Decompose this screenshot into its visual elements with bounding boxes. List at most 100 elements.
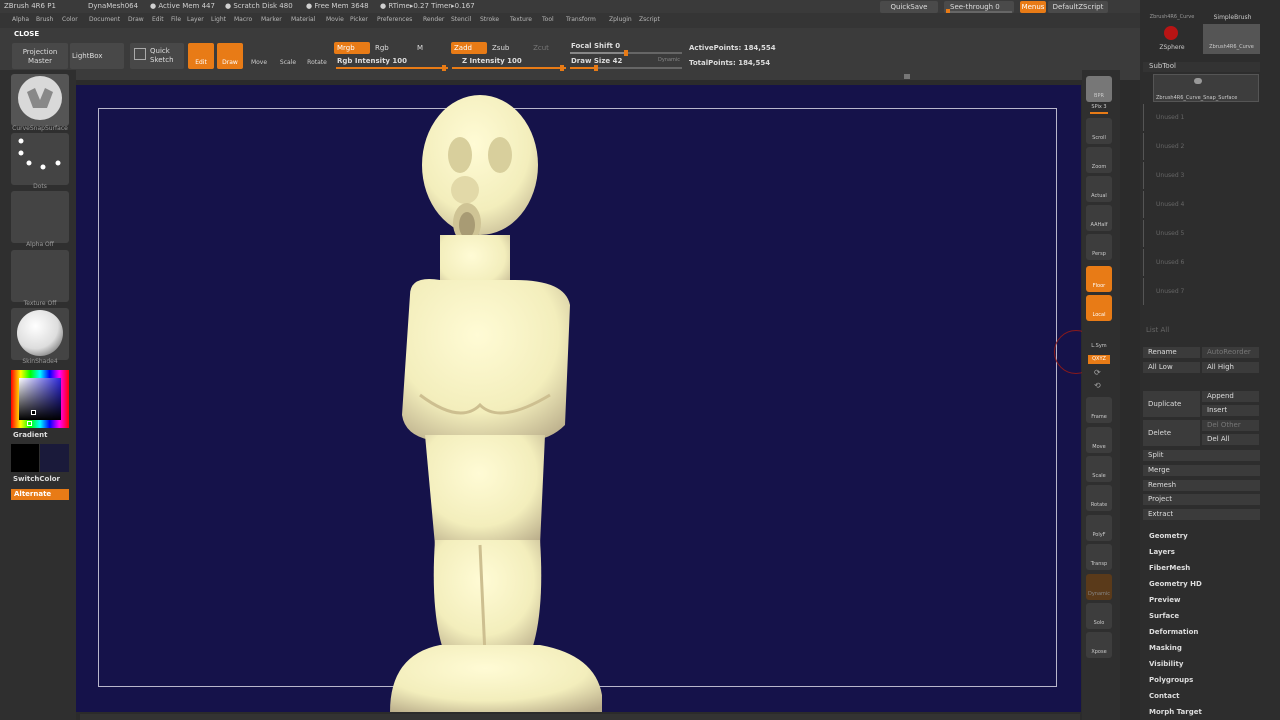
rename-button[interactable]: Rename xyxy=(1143,347,1200,358)
spix-label[interactable]: SPix 3 xyxy=(1086,104,1112,110)
frame-button[interactable]: Frame xyxy=(1086,397,1112,423)
split-button[interactable]: Split xyxy=(1143,450,1260,461)
menu-preferences[interactable]: Preferences xyxy=(377,16,412,23)
menu-transform[interactable]: Transform xyxy=(566,16,596,23)
aahalf-button[interactable]: AAHalf xyxy=(1086,205,1112,231)
sculpted-figure[interactable] xyxy=(380,95,620,712)
persp-button[interactable]: Persp xyxy=(1086,234,1112,260)
toolbar-scroll-marker[interactable] xyxy=(904,74,910,79)
zsub-button[interactable]: Zsub xyxy=(489,42,525,54)
morph-target-menu[interactable]: Morph Target xyxy=(1149,708,1202,716)
spix-slider[interactable] xyxy=(1090,112,1108,114)
layers-menu[interactable]: Layers xyxy=(1149,548,1175,556)
gradient-label[interactable]: Gradient xyxy=(13,431,47,439)
edit-button[interactable]: Edit xyxy=(188,43,214,69)
alternate-button[interactable]: Alternate xyxy=(11,489,69,500)
brush-thumbnail[interactable] xyxy=(11,74,69,126)
alpha-thumbnail[interactable] xyxy=(11,191,69,243)
lsym-button[interactable]: L.Sym xyxy=(1086,326,1112,352)
move-button[interactable]: Move xyxy=(246,43,272,69)
rgb-intensity-slider[interactable] xyxy=(336,65,448,71)
menu-zplugin[interactable]: Zplugin xyxy=(609,16,632,23)
tool-thumb-caption-1[interactable]: Zbrush4R6_Curve xyxy=(1142,14,1202,20)
secondary-color-swatch[interactable] xyxy=(40,444,69,472)
all-low-button[interactable]: All Low xyxy=(1143,362,1200,373)
project-button[interactable]: Project xyxy=(1143,494,1260,505)
zoom-button[interactable]: Zoom xyxy=(1086,147,1112,173)
eye-icon[interactable] xyxy=(1194,78,1202,84)
polyf-button[interactable]: PolyF xyxy=(1086,515,1112,541)
menu-draw[interactable]: Draw xyxy=(128,16,144,23)
menu-alpha[interactable]: Alpha xyxy=(12,16,29,23)
bpr-button[interactable]: BPR xyxy=(1086,76,1112,102)
mrgb-button[interactable]: Mrgb xyxy=(334,42,370,54)
duplicate-button[interactable]: Duplicate xyxy=(1143,391,1200,417)
subtool-active[interactable]: Zbrush4R6_Curve_Snap_Surface xyxy=(1153,74,1259,102)
z-intensity-slider[interactable] xyxy=(452,65,566,71)
menu-edit[interactable]: Edit xyxy=(152,16,164,23)
surface-menu[interactable]: Surface xyxy=(1149,612,1179,620)
menu-stroke[interactable]: Stroke xyxy=(480,16,499,23)
floor-button[interactable]: Floor xyxy=(1086,266,1112,292)
geometry-menu[interactable]: Geometry xyxy=(1149,532,1188,540)
subtool-slot[interactable]: Unused 6 xyxy=(1143,249,1260,276)
main-color-swatch[interactable] xyxy=(11,444,39,472)
projection-master-button[interactable]: Projection Master xyxy=(12,43,68,69)
preview-menu[interactable]: Preview xyxy=(1149,596,1181,604)
rotate-axis-icon-2[interactable]: ⟲ xyxy=(1094,381,1101,390)
list-all-button[interactable]: List All xyxy=(1146,326,1169,334)
move-view-button[interactable]: Move xyxy=(1086,427,1112,453)
solo-button[interactable]: Solo xyxy=(1086,603,1112,629)
menu-material[interactable]: Material xyxy=(291,16,315,23)
color-cursor[interactable] xyxy=(31,410,36,415)
menu-file[interactable]: File xyxy=(171,16,181,23)
quicksave-button[interactable]: QuickSave xyxy=(880,1,938,13)
menu-texture[interactable]: Texture xyxy=(510,16,532,23)
zsphere-icon[interactable] xyxy=(1164,26,1178,40)
quick-sketch-button[interactable]: Quick Sketch xyxy=(130,43,184,69)
rotate-button[interactable]: Rotate xyxy=(304,43,330,69)
menu-light[interactable]: Light xyxy=(211,16,226,23)
menu-movie[interactable]: Movie xyxy=(326,16,344,23)
menu-macro[interactable]: Macro xyxy=(234,16,252,23)
delete-button[interactable]: Delete xyxy=(1143,420,1200,446)
masking-menu[interactable]: Masking xyxy=(1149,644,1182,652)
lightbox-button[interactable]: LightBox xyxy=(70,43,124,69)
menu-marker[interactable]: Marker xyxy=(261,16,282,23)
subtool-slot[interactable]: Unused 3 xyxy=(1143,162,1260,189)
extract-button[interactable]: Extract xyxy=(1143,509,1260,520)
dynamic-button[interactable]: Dynamic xyxy=(1086,574,1112,600)
subtool-slot[interactable]: Unused 7 xyxy=(1143,278,1260,305)
del-other-button[interactable]: Del Other xyxy=(1202,420,1259,431)
geometry-hd-menu[interactable]: Geometry HD xyxy=(1149,580,1202,588)
color-picker[interactable] xyxy=(11,370,69,428)
tool-thumb-caption-3[interactable]: ZSphere xyxy=(1142,44,1202,51)
scroll-button[interactable]: Scroll xyxy=(1086,118,1112,144)
insert-button[interactable]: Insert xyxy=(1202,405,1259,416)
visibility-menu[interactable]: Visibility xyxy=(1149,660,1183,668)
scale-button[interactable]: Scale xyxy=(275,43,301,69)
default-zscript-button[interactable]: DefaultZScript xyxy=(1048,1,1108,13)
transp-button[interactable]: Transp xyxy=(1086,544,1112,570)
m-button[interactable]: M xyxy=(410,42,430,54)
xpose-button[interactable]: Xpose xyxy=(1086,632,1112,658)
rgb-button[interactable]: Rgb xyxy=(372,42,408,54)
subtool-slot[interactable]: Unused 4 xyxy=(1143,191,1260,218)
zadd-button[interactable]: Zadd xyxy=(451,42,487,54)
menu-picker[interactable]: Picker xyxy=(350,16,368,23)
menu-brush[interactable]: Brush xyxy=(36,16,53,23)
all-high-button[interactable]: All High xyxy=(1202,362,1259,373)
menu-tool[interactable]: Tool xyxy=(542,16,554,23)
focal-shift-slider[interactable] xyxy=(570,50,682,56)
contact-menu[interactable]: Contact xyxy=(1149,692,1180,700)
dynamic-label[interactable]: Dynamic xyxy=(658,57,680,63)
stroke-thumbnail[interactable] xyxy=(11,133,69,185)
subtool-slot[interactable]: Unused 5 xyxy=(1143,220,1260,247)
menu-zscript[interactable]: Zscript xyxy=(639,16,660,23)
draw-button[interactable]: Draw xyxy=(217,43,243,69)
menu-layer[interactable]: Layer xyxy=(187,16,204,23)
menu-render[interactable]: Render xyxy=(423,16,444,23)
draw-size-slider[interactable] xyxy=(570,65,682,71)
subtool-slot[interactable]: Unused 2 xyxy=(1143,133,1260,160)
actual-button[interactable]: Actual xyxy=(1086,176,1112,202)
